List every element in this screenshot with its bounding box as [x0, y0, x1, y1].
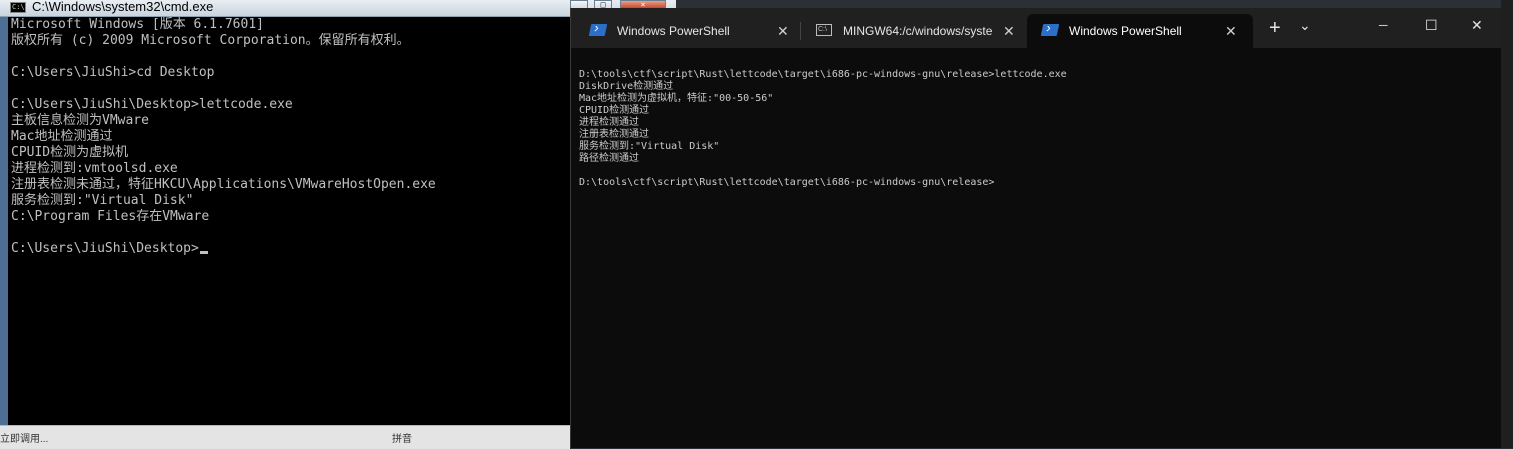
tab-close-icon[interactable]: ✕: [1225, 23, 1237, 40]
tab-close-icon[interactable]: ✕: [1003, 23, 1015, 40]
console-line: 服务检测到:"Virtual Disk": [11, 193, 194, 208]
tab-close-icon[interactable]: ✕: [777, 23, 789, 40]
console-line: C:\Program Files存在VMware: [11, 209, 210, 224]
status-text-mid: 拼音: [392, 434, 412, 445]
console-prompt-line[interactable]: C:\Users\JiuShi\Desktop>: [8, 241, 570, 257]
status-text-left: 立即调用...: [0, 434, 49, 445]
console-line: 注册表检测通过: [579, 129, 649, 140]
console-line: 进程检测到:vmtoolsd.exe: [11, 161, 178, 176]
terminal-console[interactable]: D:\tools\ctf\script\Rust\lettcode\target…: [571, 48, 1502, 448]
terminal-window: Windows PowerShell ✕ C:\ MINGW64:/c/wind…: [570, 8, 1502, 448]
new-tab-button[interactable]: +: [1269, 17, 1281, 40]
console-line: Mac地址检测为虚拟机，特征:"00-50-56": [579, 93, 774, 104]
console-line: CPUID检测通过: [579, 105, 650, 116]
console-line: 进程检测通过: [579, 117, 639, 128]
console-line: 服务检测到:"Virtual Disk": [579, 141, 720, 152]
console-line: CPUID检测为虚拟机: [11, 145, 129, 160]
tab-mingw64[interactable]: C:\ MINGW64:/c/windows/syste ✕: [801, 14, 1027, 48]
text-cursor: [199, 251, 208, 254]
cmd-window-title: C:\Windows\system32\cmd.exe: [32, 0, 214, 14]
cmd-console[interactable]: Microsoft Windows [版本 6.1.7601] 版权所有 (c)…: [8, 17, 570, 425]
console-line: 路径检测通过: [579, 153, 639, 164]
powershell-icon: [588, 24, 608, 36]
console-line: Mac地址检测通过: [11, 129, 113, 144]
powershell-icon: [1040, 24, 1060, 36]
console-line: D:\tools\ctf\script\Rust\lettcode\target…: [579, 69, 1067, 80]
console-line: C:\Users\JiuShi\Desktop>lettcode.exe: [11, 97, 293, 112]
console-line: Microsoft Windows [版本 6.1.7601]: [11, 17, 264, 32]
status-bar: 立即调用... 拼音: [0, 425, 570, 449]
tab-powershell-active[interactable]: Windows PowerShell ✕: [1027, 14, 1253, 48]
console-prompt: D:\tools\ctf\script\Rust\lettcode\target…: [579, 177, 995, 188]
maximize-button[interactable]: ☐: [1425, 17, 1438, 34]
console-line: C:\Users\JiuShi>cd Desktop: [11, 65, 215, 80]
console-line: DiskDrive检测通过: [579, 81, 674, 92]
desktop-edge: [1501, 0, 1513, 448]
tab-label: MINGW64:/c/windows/syste: [843, 24, 993, 38]
console-line: 主板信息检测为VMware: [11, 113, 149, 128]
console-prompt: C:\Users\JiuShi\Desktop>: [11, 241, 199, 256]
console-icon: C:\: [816, 24, 832, 36]
console-line: 版权所有 (c) 2009 Microsoft Corporation。保留所有…: [11, 33, 410, 48]
chevron-down-icon[interactable]: ⌄: [1299, 17, 1311, 34]
tab-bar: Windows PowerShell ✕ C:\ MINGW64:/c/wind…: [571, 8, 1502, 48]
tab-powershell-1[interactable]: Windows PowerShell ✕: [575, 14, 801, 48]
minimize-button[interactable]: ─: [1379, 18, 1388, 32]
tab-label: Windows PowerShell: [1069, 24, 1182, 38]
console-line: 注册表检测未通过，特征HKCU\Applications\VMwareHostO…: [11, 177, 436, 192]
cmd-icon: C:\: [10, 2, 26, 13]
tab-label: Windows PowerShell: [617, 24, 730, 38]
close-button[interactable]: ✕: [1471, 17, 1483, 34]
